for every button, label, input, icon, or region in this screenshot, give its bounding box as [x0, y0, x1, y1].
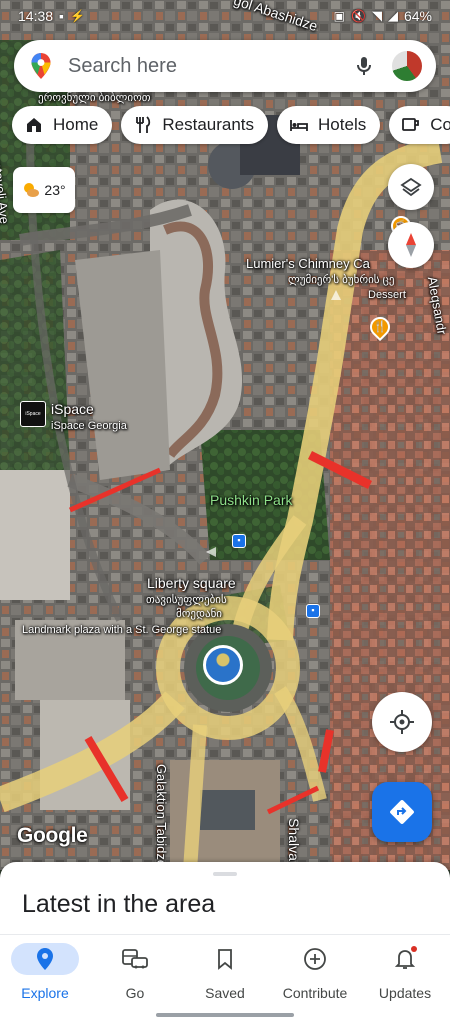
bookmark-icon — [218, 949, 232, 970]
nav-explore[interactable]: Explore — [0, 943, 90, 1001]
chip-label: Hotels — [318, 115, 367, 134]
signal-icon: ◢ — [387, 8, 398, 23]
layers-button[interactable] — [388, 164, 434, 210]
weather-temperature: 23° — [44, 182, 66, 198]
notification-dot — [411, 946, 417, 952]
car-bus-icon — [122, 949, 148, 969]
google-maps-pin-icon — [31, 53, 51, 79]
chip-label: Restaurants — [162, 115, 255, 134]
status-bar: 14:38 ▪ ⚡ ▣ 🔇 ◥ ◢ 64% — [0, 0, 450, 32]
statue-photo-icon[interactable] — [203, 645, 243, 685]
nav-updates-pill — [371, 943, 439, 975]
search-bar[interactable]: Search here — [14, 40, 436, 92]
chip-coffee[interactable]: Co — [389, 106, 450, 144]
nav-contribute[interactable]: Contribute — [270, 943, 360, 1001]
fork-knife-icon — [136, 116, 151, 133]
nav-label: Contribute — [282, 985, 348, 1001]
street-label-shalva: Shalva — [285, 818, 302, 861]
google-watermark: Google — [17, 824, 88, 847]
poi-landmark-statue[interactable]: Landmark plaza with a St. George statue — [22, 624, 221, 637]
bus-stop-icon[interactable]: ▪ — [306, 604, 320, 618]
chip-label: Co — [430, 115, 450, 134]
poi-pushkin-park[interactable]: Pushkin Park — [210, 493, 292, 508]
poi-chimney-cafe-name[interactable]: Lumier's Chimney Ca — [246, 256, 370, 271]
sheet-title: Latest in the area — [22, 890, 216, 918]
home-icon — [27, 118, 41, 132]
poi-chimney-cafe-category: Dessert — [368, 289, 406, 301]
weather-badge[interactable]: 23° — [13, 167, 75, 213]
add-circle-icon — [304, 948, 326, 970]
nav-saved[interactable]: Saved — [180, 943, 270, 1001]
microphone-icon[interactable] — [352, 54, 376, 78]
status-time: 14:38 — [18, 8, 54, 24]
category-chips: Home Restaurants Hotels Co — [12, 106, 450, 144]
location-pin-icon — [37, 948, 53, 970]
crosshair-location-icon — [390, 710, 414, 734]
bus-stop-icon[interactable]: ▪ — [232, 534, 246, 548]
bed-icon — [290, 120, 308, 131]
poi-liberty-square[interactable]: Liberty square — [147, 576, 236, 591]
bottom-navigation: Explore Go Saved Contribute Updates — [0, 934, 450, 1024]
street-label-galaktion-tabidze: Galaktion Tabidze — [154, 763, 170, 868]
nav-explore-pill — [11, 943, 79, 975]
charging-icon: ⚡ — [70, 9, 85, 23]
nav-go[interactable]: Go — [90, 943, 180, 1001]
nav-label: Explore — [21, 985, 69, 1001]
nfc-icon: ▣ — [333, 9, 346, 23]
wifi-icon: ◥ — [371, 8, 382, 23]
gesture-navigation-bar[interactable] — [156, 1013, 294, 1017]
notification-icon: ▪ — [59, 8, 65, 24]
ispace-logo-icon[interactable]: iSpace — [20, 401, 46, 427]
account-avatar[interactable] — [390, 49, 424, 83]
chip-label: Home — [53, 115, 99, 134]
poi-liberty-square-georgian-2: მოედანი — [176, 608, 223, 620]
compass-button[interactable] — [388, 222, 434, 268]
poi-chimney-cafe-georgian: ლუმიერ'ს ბუხრის ცე — [288, 274, 395, 286]
battery-level: 64% — [403, 8, 432, 24]
directions-button[interactable] — [372, 782, 432, 842]
poi-ispace-subtitle: iSpace Georgia — [51, 420, 127, 432]
layers-icon — [400, 177, 422, 197]
bottom-sheet[interactable]: Latest in the area — [0, 862, 450, 934]
nav-go-pill — [101, 943, 169, 975]
poi-ispace-name[interactable]: iSpace — [51, 402, 94, 417]
chip-restaurants[interactable]: Restaurants — [121, 106, 269, 144]
search-input[interactable]: Search here — [68, 55, 352, 78]
compass-icon — [406, 233, 416, 257]
nav-saved-pill — [191, 943, 259, 975]
my-location-button[interactable] — [372, 692, 432, 752]
coffee-icon — [402, 118, 420, 131]
chip-hotels[interactable]: Hotels — [277, 106, 381, 144]
nav-label: Go — [125, 985, 145, 1001]
nav-contribute-pill — [281, 943, 349, 975]
partly-sunny-icon — [24, 183, 40, 197]
nav-label: Updates — [378, 985, 432, 1001]
map-label-library: ეროვნული ბიბლიოთ — [38, 92, 151, 104]
nav-updates[interactable]: Updates — [360, 943, 450, 1001]
nav-label: Saved — [205, 985, 245, 1001]
chip-home[interactable]: Home — [12, 106, 113, 144]
poi-liberty-square-georgian-1: თავისუფლების — [146, 594, 227, 606]
sheet-drag-handle[interactable] — [213, 872, 237, 876]
mute-icon: 🔇 — [351, 9, 366, 23]
directions-icon — [390, 800, 414, 824]
